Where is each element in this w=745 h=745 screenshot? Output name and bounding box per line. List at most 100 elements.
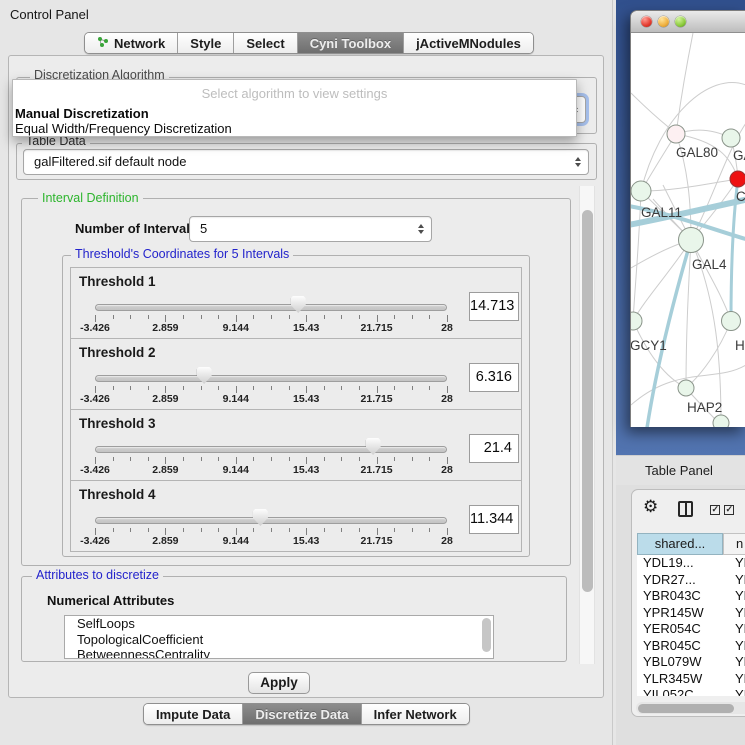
slider-tick-label: 2.859 <box>152 322 178 334</box>
threshold-row: Threshold 2-3.4262.8599.14415.4321.71528… <box>70 338 522 410</box>
threshold-row: Threshold 4-3.4262.8599.14415.4321.71528… <box>70 480 522 552</box>
cell-shared-name: YPR145W <box>643 605 704 620</box>
table-row[interactable]: YDL19...YDL1 <box>637 555 745 572</box>
table-panel-header: Table Panel <box>616 455 745 485</box>
zoom-traffic-light-icon[interactable] <box>675 16 686 27</box>
network-window-titlebar[interactable] <box>631 11 745 33</box>
gear-icon[interactable]: ⚙ <box>643 497 658 517</box>
network-node[interactable] <box>713 415 729 427</box>
column-header-shared-name[interactable]: shared... <box>637 533 723 555</box>
slider-tick <box>113 386 114 390</box>
tab-select[interactable]: Select <box>233 33 296 53</box>
split-columns-icon[interactable] <box>678 501 693 517</box>
network-node[interactable] <box>679 228 704 253</box>
network-node-label: GCY1 <box>631 338 667 353</box>
interval-definition-group: Interval Definition Number of Intervals … <box>21 198 571 566</box>
slider-tick <box>113 457 114 461</box>
slider-tick <box>165 315 166 322</box>
algorithm-dropdown-popup: Select algorithm to view settings Manual… <box>12 79 577 137</box>
slider-tick <box>253 315 254 319</box>
tab-style[interactable]: Style <box>177 33 233 53</box>
tab-infer-network[interactable]: Infer Network <box>361 704 469 724</box>
slider-tick <box>394 528 395 532</box>
table-row[interactable]: YBR045CYBR0 <box>637 638 745 655</box>
select-columns-checkbox-icon[interactable] <box>710 505 720 515</box>
attribute-list-item[interactable]: TopologicalCoefficient <box>65 632 493 648</box>
table-data-combobox[interactable]: galFiltered.sif default node <box>23 149 589 175</box>
table-row[interactable]: YDR27...YDR2 <box>637 572 745 589</box>
table-panel-title: Table Panel <box>645 463 713 478</box>
table-body[interactable]: YDL19...YDL1YDR27...YDR2YBR043CYBR0YPR14… <box>637 555 745 696</box>
slider-tick-label: 15.43 <box>293 393 319 405</box>
settings-scrollbar-thumb[interactable] <box>582 210 593 592</box>
tab-discretize-data[interactable]: Discretize Data <box>242 704 360 724</box>
threshold-value-field[interactable]: 14.713 <box>469 292 519 321</box>
slider-track[interactable] <box>95 446 447 453</box>
slider-tick <box>148 528 149 532</box>
slider-track[interactable] <box>95 304 447 311</box>
slider-tick <box>289 457 290 461</box>
attribute-list-item[interactable]: BetweennessCentrality <box>65 647 493 659</box>
table-hscrollbar-thumb[interactable] <box>638 704 734 713</box>
slider-track[interactable] <box>95 517 447 524</box>
table-row[interactable]: YIL052CYIL0 <box>637 687 745 696</box>
attribute-list-item[interactable]: SelfLoops <box>65 616 493 632</box>
slider-tick <box>253 457 254 461</box>
tab-impute-data[interactable]: Impute Data <box>144 704 242 724</box>
threshold-value-field[interactable]: 21.4 <box>469 434 519 463</box>
network-node[interactable] <box>678 380 694 396</box>
network-node[interactable] <box>667 125 685 143</box>
network-edge <box>686 321 731 388</box>
column-header-name[interactable]: n <box>723 533 745 555</box>
number-of-intervals-combobox[interactable]: 5 <box>189 216 432 242</box>
table-panel: ⚙ shared... n YDL19...YDL1YDR27...YDR2YB… <box>631 489 745 717</box>
tab-label: Discretize Data <box>255 707 348 722</box>
network-node[interactable] <box>631 181 651 201</box>
network-node[interactable] <box>631 312 642 330</box>
table-row[interactable]: YBL079WYBL0 <box>637 654 745 671</box>
close-traffic-light-icon[interactable] <box>641 16 652 27</box>
algorithm-option-manual[interactable]: Manual Discretization <box>15 106 149 121</box>
tab-jactivemnodules[interactable]: jActiveMNodules <box>403 33 533 53</box>
table-panel-area: ⚙ shared... n YDL19...YDL1YDR27...YDR2YB… <box>616 485 745 745</box>
minimize-traffic-light-icon[interactable] <box>658 16 669 27</box>
tab-network[interactable]: Network <box>85 33 177 53</box>
network-node[interactable] <box>730 171 745 187</box>
threshold-label: Threshold 4 <box>79 487 156 502</box>
network-view-window[interactable]: GAL80GACGAL11GAL4GCY1HHAP2 <box>630 10 745 427</box>
slider-tick <box>377 386 378 393</box>
slider-tick-label: 2.859 <box>152 464 178 476</box>
table-row[interactable]: YER054CYER0 <box>637 621 745 638</box>
table-row[interactable]: YLR345WYLR3 <box>637 671 745 688</box>
apply-button[interactable]: Apply <box>248 672 310 694</box>
slider-tick <box>341 386 342 390</box>
network-node[interactable] <box>722 129 740 147</box>
threshold-value-field[interactable]: 6.316 <box>469 363 519 392</box>
slider-tick <box>359 386 360 390</box>
algorithm-option-equal-width[interactable]: Equal Width/Frequency Discretization <box>15 121 232 136</box>
select-rows-checkbox-icon[interactable] <box>724 505 734 515</box>
bottom-tab-bar: Impute Data Discretize Data Infer Network <box>143 703 470 725</box>
table-row[interactable]: YBR043CYBR0 <box>637 588 745 605</box>
slider-tick <box>236 386 237 393</box>
list-scrollbar[interactable] <box>480 617 492 657</box>
network-node[interactable] <box>722 312 741 331</box>
slider-tick <box>394 386 395 390</box>
network-canvas[interactable]: GAL80GACGAL11GAL4GCY1HHAP2 <box>631 33 745 427</box>
combo-arrows-icon <box>418 224 424 234</box>
threshold-value-field[interactable]: 11.344 <box>469 505 519 534</box>
list-scrollbar-thumb[interactable] <box>482 618 491 652</box>
settings-scrollbar[interactable] <box>579 186 595 664</box>
cell-name: YBR0 <box>735 638 745 653</box>
slider-tick <box>130 386 131 390</box>
slider-tick-label: -3.426 <box>80 464 110 476</box>
table-row[interactable]: YPR145WYPR1 <box>637 605 745 622</box>
network-node-label: GA <box>733 148 745 163</box>
slider-tick-label: 28 <box>441 322 453 334</box>
table-horizontal-scrollbar[interactable] <box>636 702 745 714</box>
slider-track[interactable] <box>95 375 447 382</box>
slider-tick <box>95 457 96 464</box>
threshold-label: Threshold 3 <box>79 416 156 431</box>
numerical-attributes-list[interactable]: SelfLoopsTopologicalCoefficientBetweenne… <box>64 615 494 659</box>
tab-cyni-toolbox[interactable]: Cyni Toolbox <box>297 33 403 53</box>
